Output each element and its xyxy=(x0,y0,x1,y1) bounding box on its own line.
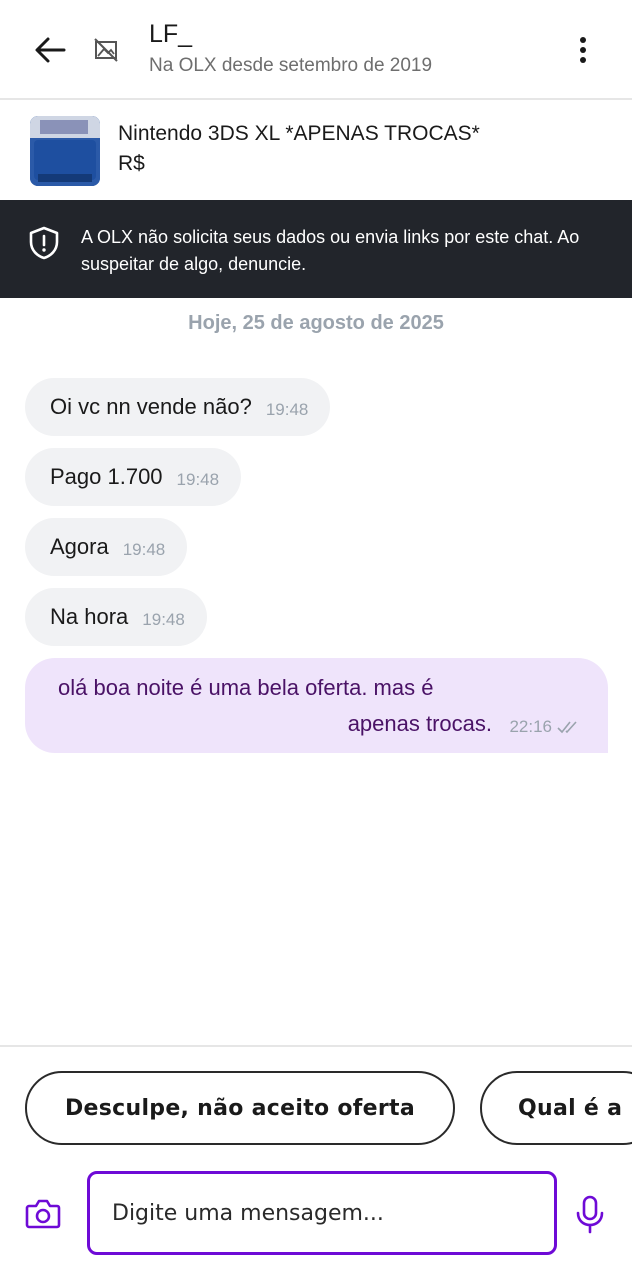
message-time: 19:48 xyxy=(176,470,220,489)
product-image-icon xyxy=(30,116,100,186)
divider xyxy=(0,1045,632,1047)
back-button[interactable] xyxy=(28,28,72,72)
product-price: R$ xyxy=(118,152,145,175)
safety-warning-text: A OLX não solicita seus dados ou envia l… xyxy=(81,227,580,274)
incoming-message[interactable]: Na hora 19:48 xyxy=(25,588,207,646)
message-text-line-1: olá boa noite é uma bela oferta. mas é xyxy=(58,675,434,700)
incoming-message[interactable]: Pago 1.700 19:48 xyxy=(25,448,242,506)
double-check-icon xyxy=(557,721,577,734)
product-thumbnail[interactable] xyxy=(30,116,100,186)
microphone-button[interactable] xyxy=(574,1194,606,1234)
arrow-left-icon xyxy=(35,37,66,63)
quick-reply-question[interactable]: Qual é a xyxy=(480,1071,632,1145)
contact-avatar[interactable] xyxy=(92,36,120,64)
ad-summary[interactable]: Nintendo 3DS XL *APENAS TROCAS* R$ xyxy=(0,102,632,200)
safety-warning-banner: A OLX não solicita seus dados ou envia l… xyxy=(0,200,632,298)
more-vertical-icon xyxy=(580,37,586,63)
message-text: Oi vc nn vende não? xyxy=(50,394,252,419)
message-text: Agora xyxy=(50,534,109,559)
message-time: 22:16 xyxy=(509,717,552,736)
message-time: 19:48 xyxy=(122,540,166,559)
shield-icon xyxy=(29,226,59,260)
incoming-message[interactable]: Oi vc nn vende não? 19:48 xyxy=(25,378,331,436)
incoming-message[interactable]: Agora 19:48 xyxy=(25,518,188,576)
product-title[interactable]: Nintendo 3DS XL *APENAS TROCAS* xyxy=(118,122,480,146)
date-separator: Hoje, 25 de agosto de 2025 xyxy=(188,312,444,334)
more-options-button[interactable] xyxy=(566,30,600,70)
camera-icon xyxy=(25,1199,61,1229)
message-text-line-2: apenas trocas. xyxy=(347,711,492,736)
member-since-label: Na OLX desde setembro de 2019 xyxy=(149,55,433,76)
contact-name[interactable]: LF_ xyxy=(149,20,192,49)
quick-reply-decline-offer[interactable]: Desculpe, não aceito oferta xyxy=(25,1071,455,1145)
message-text: Na hora xyxy=(50,604,129,629)
message-input[interactable] xyxy=(87,1171,557,1255)
message-time: 19:48 xyxy=(142,610,185,629)
outgoing-message[interactable]: olá boa noite é uma bela oferta. mas é a… xyxy=(25,658,608,753)
microphone-icon xyxy=(576,1195,604,1234)
broken-image-icon xyxy=(94,38,118,62)
message-text: Pago 1.700 xyxy=(50,464,163,489)
chat-header: LF_ Na OLX desde setembro de 2019 xyxy=(0,0,632,100)
camera-button[interactable] xyxy=(24,1196,62,1232)
message-time: 19:48 xyxy=(265,400,309,419)
